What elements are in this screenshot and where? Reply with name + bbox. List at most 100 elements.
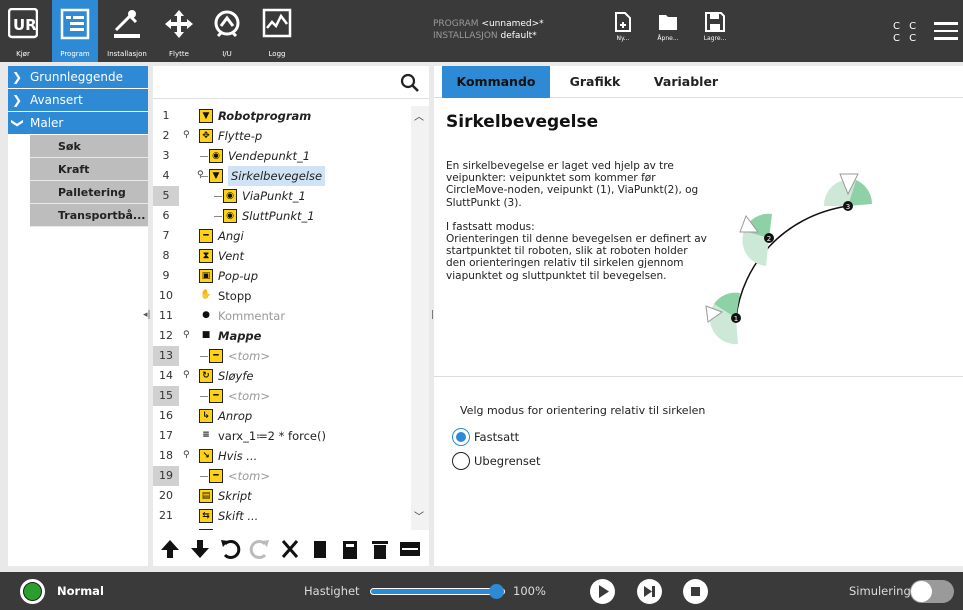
- open-file-button[interactable]: Åpne...: [648, 12, 688, 42]
- undo-button[interactable]: [219, 538, 241, 560]
- tree-toolbar: [153, 532, 429, 566]
- nav-run-button[interactable]: UR Kjør: [0, 0, 46, 62]
- tree-row[interactable]: 21 ⇆ Skift ...: [153, 506, 411, 526]
- log-icon: [262, 8, 292, 38]
- node-type-icon: ↘: [199, 449, 213, 463]
- power-status-button[interactable]: [20, 579, 45, 604]
- paste-button[interactable]: [339, 538, 361, 560]
- template-force[interactable]: Kraft: [30, 158, 148, 181]
- copy-button[interactable]: [309, 538, 331, 560]
- category-basic[interactable]: ❯ Grunnleggende: [8, 66, 148, 88]
- tree-row[interactable]: 8 ⧗ Vent: [153, 246, 411, 266]
- delete-button[interactable]: [369, 538, 391, 560]
- installation-key: INSTALLASJON: [433, 31, 498, 41]
- category-advanced[interactable]: ❯ Avansert: [8, 89, 148, 111]
- line-number: 7: [162, 229, 170, 242]
- cut-button[interactable]: [279, 538, 301, 560]
- nav-installation-button[interactable]: Installasjon: [104, 0, 150, 62]
- template-palletizing[interactable]: Palletering: [30, 181, 148, 204]
- tree-row[interactable]: 18 ⚲ ↘ Hvis ...: [153, 446, 411, 466]
- node-type-icon: ≡: [199, 429, 213, 443]
- io-icon: [214, 10, 240, 38]
- tree-node-label: Sirkelbevegelse: [228, 166, 326, 186]
- node-type-icon: ▼: [199, 109, 213, 123]
- tree-node-label: tidtaker_1: [218, 526, 276, 530]
- tree-row[interactable]: 17 ≡ varx_1≔2 * force(): [153, 426, 411, 446]
- new-file-button[interactable]: Ny...: [603, 12, 643, 42]
- tree-row[interactable]: 20 ▤ Skript: [153, 486, 411, 506]
- editor-tabs: Kommando Grafikk Variabler: [434, 66, 963, 98]
- scroll-up-icon[interactable]: ︿: [414, 108, 424, 123]
- tree-row[interactable]: 4 ⚲ ▼ Sirkelbevegelse: [153, 166, 411, 186]
- pin-icon[interactable]: ⚲: [183, 370, 190, 380]
- move-down-icon: [191, 540, 209, 558]
- stop-button[interactable]: [683, 579, 708, 604]
- scroll-thumb[interactable]: [412, 124, 428, 244]
- simulation-toggle[interactable]: [910, 580, 954, 603]
- tree-scrollbar[interactable]: ︿ ﹀: [411, 106, 429, 530]
- nav-move-button[interactable]: Flytte: [156, 0, 202, 62]
- tree-search-input[interactable]: [157, 71, 397, 93]
- line-number: 12: [159, 329, 173, 342]
- tree-row[interactable]: 3 ◉ Vendepunkt_1: [153, 146, 411, 166]
- tree-row[interactable]: 9 ▣ Pop-up: [153, 266, 411, 286]
- description-paragraph-2: Orienteringen til denne bevegelsen er de…: [446, 233, 707, 282]
- svg-text:UR: UR: [13, 16, 37, 34]
- nav-log-button[interactable]: Logg: [254, 0, 300, 62]
- tree-row[interactable]: 10 ✋ Stopp: [153, 286, 411, 306]
- tree-row[interactable]: 11 ● Kommentar: [153, 306, 411, 326]
- line-number: 16: [159, 409, 173, 422]
- nav-program-button[interactable]: Program: [52, 0, 98, 62]
- tree-row[interactable]: 7 ━ Angi: [153, 226, 411, 246]
- step-button[interactable]: [637, 579, 662, 604]
- tree-row[interactable]: 19 ━ <tom>: [153, 466, 411, 486]
- orientation-mode-label: Velg modus for orientering relativ til s…: [460, 404, 706, 417]
- pin-icon[interactable]: ⚲: [183, 130, 190, 140]
- tab-command[interactable]: Kommando: [442, 66, 550, 98]
- tree-row[interactable]: 5 ◉ ViaPunkt_1: [153, 186, 411, 206]
- tree-row[interactable]: 6 ◉ SluttPunkt_1: [153, 206, 411, 226]
- tree-node-label: Angi: [218, 229, 244, 243]
- scroll-down-icon[interactable]: ﹀: [414, 508, 424, 523]
- tree-node-label: Vendepunkt_1: [228, 149, 311, 163]
- nav-io-button[interactable]: I/U: [204, 0, 250, 62]
- tree-row[interactable]: 15 ━ <tom>: [153, 386, 411, 406]
- category-templates[interactable]: ❯ Maler: [8, 112, 148, 134]
- collapse-sidebar-handle[interactable]: ◂|: [143, 310, 151, 320]
- template-search[interactable]: Søk: [30, 135, 148, 158]
- tree-row[interactable]: 2 ⚲ ✥ Flytte-p: [153, 126, 411, 146]
- waypoint-3-number: 3: [846, 203, 850, 211]
- pin-icon[interactable]: ⚲: [183, 450, 190, 460]
- footer-bar: Normal Hastighet 100% Simulering: [0, 572, 963, 610]
- tree-node-label: Flytte-p: [218, 129, 263, 143]
- redo-button[interactable]: [249, 538, 271, 560]
- pin-icon[interactable]: ⚲: [197, 170, 204, 180]
- line-number: 6: [162, 209, 170, 222]
- radio-selected-icon: [452, 428, 470, 446]
- hamburger-menu-icon[interactable]: [934, 22, 958, 42]
- play-button[interactable]: [590, 579, 615, 604]
- tab-graphics[interactable]: Grafikk: [556, 66, 634, 98]
- tree-row[interactable]: 13 ━ <tom>: [153, 346, 411, 366]
- simulation-label: Simulering: [849, 584, 911, 598]
- step-icon: [644, 586, 655, 597]
- speed-slider-knob[interactable]: [489, 584, 504, 599]
- search-icon[interactable]: [400, 73, 420, 93]
- speed-slider[interactable]: [370, 584, 505, 599]
- open-file-label: Åpne...: [657, 35, 679, 42]
- suppress-button[interactable]: [399, 538, 421, 560]
- template-conveyor[interactable]: Transportbå...: [30, 204, 148, 227]
- node-type-icon: ⧗: [199, 249, 213, 263]
- tree-row[interactable]: 14 ⚲ ↻ Sløyfe: [153, 366, 411, 386]
- tree-row[interactable]: 1 ▼ Robotprogram: [153, 106, 411, 126]
- move-down-button[interactable]: [189, 538, 211, 560]
- pin-icon[interactable]: ⚲: [183, 330, 190, 340]
- move-up-button[interactable]: [159, 538, 181, 560]
- save-file-button[interactable]: Lagre...: [695, 12, 735, 42]
- tab-variables[interactable]: Variabler: [642, 66, 730, 98]
- tree-row[interactable]: 16 ↳ Anrop: [153, 406, 411, 426]
- node-editor-panel: Kommando Grafikk Variabler Sirkelbevegel…: [434, 66, 963, 566]
- tree-row[interactable]: 22 ⏱ tidtaker_1: [153, 526, 411, 530]
- program-info: PROGRAM <unnamed>* INSTALLASJON default*: [433, 18, 544, 42]
- tree-row[interactable]: 12 ⚲ ■ Mappe: [153, 326, 411, 346]
